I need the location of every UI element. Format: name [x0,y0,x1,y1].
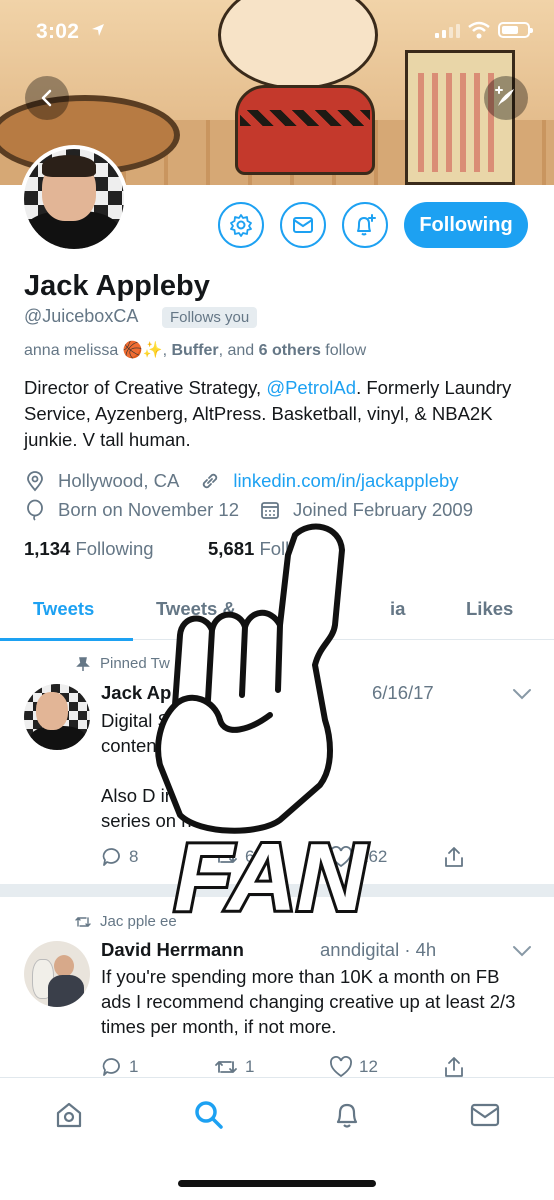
foam-finger-sticker: FAN [155,523,371,934]
gear-icon [230,214,252,237]
retweet-icon [75,916,91,927]
bell-plus-icon [357,214,376,236]
tab-tweets[interactable]: Tweets [33,598,94,620]
chevron-down-icon[interactable] [512,688,532,700]
share-button[interactable] [443,846,471,868]
retweet-button[interactable]: 1 [213,1056,254,1078]
status-time: 3:02 [36,20,80,43]
back-icon [41,89,52,107]
pin-icon [76,656,90,671]
follows-you-badge: Follows you [162,307,258,328]
tab-likes[interactable]: Likes [466,598,513,620]
nav-home[interactable] [52,1098,86,1132]
followed-by-others: 6 others [258,342,321,359]
back-button[interactable] [25,76,69,120]
profile-location: Hollywood, CA [58,470,180,491]
nav-search[interactable] [192,1098,226,1132]
profile-website-link[interactable]: linkedin.com/in/jackappleby [233,470,458,492]
signal-icon [435,24,460,38]
search-icon [195,1101,223,1129]
followed-by-buffer: Buffer [171,342,219,359]
compose-icon [495,86,514,106]
status-bar: 3:02 [0,0,554,64]
avatar[interactable] [24,941,90,1007]
chevron-down-icon[interactable] [512,945,532,957]
home-indicator[interactable] [178,1180,376,1187]
nav-messages[interactable] [468,1098,502,1132]
messages-icon [470,1103,500,1127]
profile-handle: @JuiceboxCA [24,306,139,326]
share-icon [445,847,463,867]
tweet-text: If you're spending more than 10K a month… [101,966,516,1037]
notifications-toggle-button[interactable] [342,202,388,248]
link-icon [203,473,218,489]
location-arrow-icon [92,24,104,36]
message-button[interactable] [280,202,326,248]
banner-character-shirt [235,85,375,175]
battery-icon [498,22,533,38]
reply-button[interactable]: 1 [101,1056,138,1078]
share-button[interactable] [443,1056,471,1078]
fan-sticker-text: FAN [174,824,368,931]
reply-icon [102,1058,120,1076]
profile-name: Jack Appleby [24,270,210,302]
profile-bio: Director of Creative Strategy, @PetrolAd… [24,377,512,450]
wifi-icon [468,21,490,39]
home-icon [56,1102,82,1128]
banner-zigzag [240,110,370,126]
followed-by[interactable]: anna melissa 🏀✨, Buffer, and 6 others fo… [24,340,366,360]
mail-icon [293,217,313,233]
nav-notifications[interactable] [330,1098,364,1132]
compose-button[interactable] [484,76,528,120]
like-button[interactable]: 12 [329,1056,378,1078]
bio-mention-link[interactable]: @PetrolAd [266,377,356,398]
retweet-icon [215,1061,237,1073]
settings-button[interactable] [218,202,264,248]
balloon-icon [27,499,43,521]
avatar[interactable] [24,684,90,750]
following-button[interactable]: Following [404,202,528,248]
location-pin-icon [27,471,43,492]
bell-icon [336,1103,358,1128]
profile-meta-row-1: Hollywood, CA linkedin.com/in/jackappleb… [24,470,459,492]
heart-icon [330,1056,352,1078]
profile-avatar[interactable] [20,145,128,253]
share-icon [445,1057,463,1077]
